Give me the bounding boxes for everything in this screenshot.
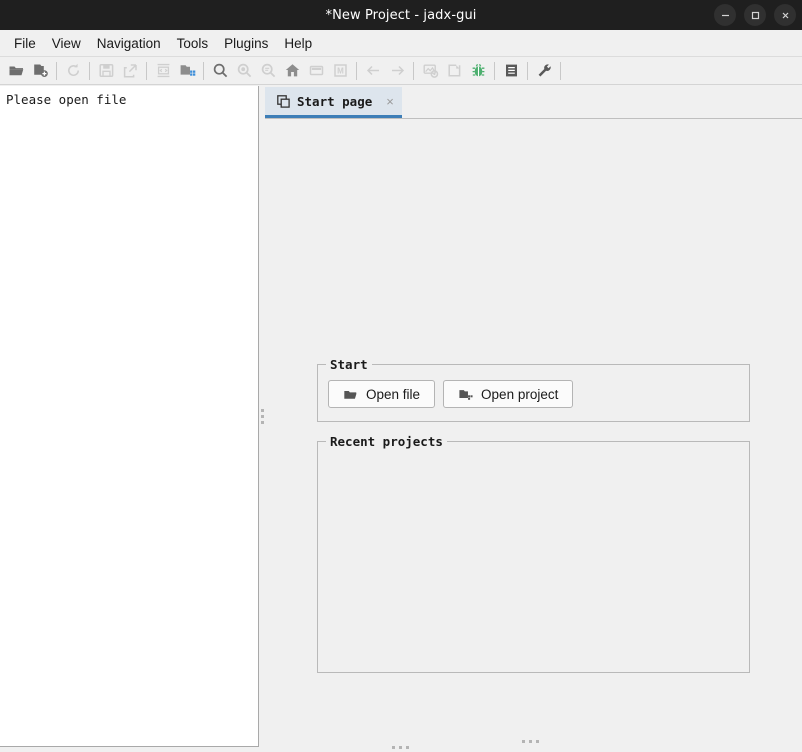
toolbar-separator <box>356 61 357 80</box>
menu-item-navigation[interactable]: Navigation <box>89 33 169 54</box>
menu-item-view[interactable]: View <box>44 33 89 54</box>
horizontal-splitter-right[interactable] <box>470 738 590 744</box>
export-icon[interactable] <box>118 59 142 83</box>
add-files-icon[interactable] <box>28 59 52 83</box>
open-project-button-label: Open project <box>481 386 559 402</box>
bookmarks-icon[interactable] <box>304 59 328 83</box>
recent-projects-group: Recent projects <box>317 434 750 673</box>
menu-bar: File View Navigation Tools Plugins Help <box>0 30 802 57</box>
back-arrow-icon[interactable] <box>361 59 385 83</box>
menu-item-tools[interactable]: Tools <box>169 33 217 54</box>
menu-item-plugins[interactable]: Plugins <box>216 33 276 54</box>
toolbar-separator <box>146 61 147 80</box>
decompile-icon[interactable] <box>151 59 175 83</box>
menu-item-file[interactable]: File <box>6 33 44 54</box>
toolbar-separator <box>89 61 90 80</box>
forward-arrow-icon[interactable] <box>385 59 409 83</box>
menu-item-help[interactable]: Help <box>276 33 320 54</box>
toolbar: M <box>0 57 802 85</box>
tab-bar: Start page × <box>265 86 802 119</box>
open-file-icon[interactable] <box>4 59 28 83</box>
toolbar-separator <box>494 61 495 80</box>
project-icon <box>458 387 473 402</box>
manifest-icon[interactable]: M <box>328 59 352 83</box>
toolbar-separator <box>527 61 528 80</box>
horizontal-splitter-left[interactable] <box>340 744 460 750</box>
tab-close-icon[interactable]: × <box>386 95 394 108</box>
start-page-icon <box>277 94 290 108</box>
preferences-icon[interactable] <box>532 59 556 83</box>
toolbar-separator <box>560 61 561 80</box>
main-activity-icon[interactable] <box>280 59 304 83</box>
recent-projects-list[interactable] <box>319 452 748 671</box>
quark-analysis-icon[interactable] <box>418 59 442 83</box>
window-title: *New Project - jadx-gui <box>325 7 477 23</box>
folder-open-icon <box>343 387 358 402</box>
debugger-icon[interactable] <box>466 59 490 83</box>
application-window: *New Project - jadx-gui File View Naviga… <box>0 0 802 752</box>
search-class-icon[interactable] <box>232 59 256 83</box>
recent-projects-group-title: Recent projects <box>326 434 447 449</box>
minimize-button[interactable] <box>714 4 736 26</box>
tab-start-page[interactable]: Start page × <box>265 87 402 118</box>
svg-text:M: M <box>337 67 344 76</box>
start-buttons-row: Open file Open project <box>328 380 574 408</box>
close-button[interactable] <box>774 4 796 26</box>
start-page-panel: Start Open file Open project Recent proj… <box>265 119 802 752</box>
toolbar-separator <box>413 61 414 80</box>
search-comment-icon[interactable] <box>256 59 280 83</box>
deobfuscation-icon[interactable] <box>175 59 199 83</box>
open-device-icon[interactable] <box>442 59 466 83</box>
toolbar-separator <box>56 61 57 80</box>
reload-icon[interactable] <box>61 59 85 83</box>
save-all-icon[interactable] <box>94 59 118 83</box>
open-file-button[interactable]: Open file <box>328 380 436 408</box>
window-controls <box>714 0 796 30</box>
open-file-button-label: Open file <box>366 386 421 402</box>
maximize-button[interactable] <box>744 4 766 26</box>
title-bar: *New Project - jadx-gui <box>0 0 802 30</box>
toolbar-separator <box>203 61 204 80</box>
open-project-button[interactable]: Open project <box>443 380 574 408</box>
search-icon[interactable] <box>208 59 232 83</box>
content-area: Start page × Start Open file Open projec… <box>265 86 802 752</box>
tree-panel[interactable]: Please open file <box>0 86 259 747</box>
start-group-title: Start <box>326 357 372 372</box>
splitter-handle-dots <box>260 409 264 424</box>
tab-label: Start page <box>297 93 373 109</box>
log-viewer-icon[interactable] <box>499 59 523 83</box>
start-group: Start Open file Open project <box>317 357 750 422</box>
tree-placeholder-message: Please open file <box>6 92 127 107</box>
